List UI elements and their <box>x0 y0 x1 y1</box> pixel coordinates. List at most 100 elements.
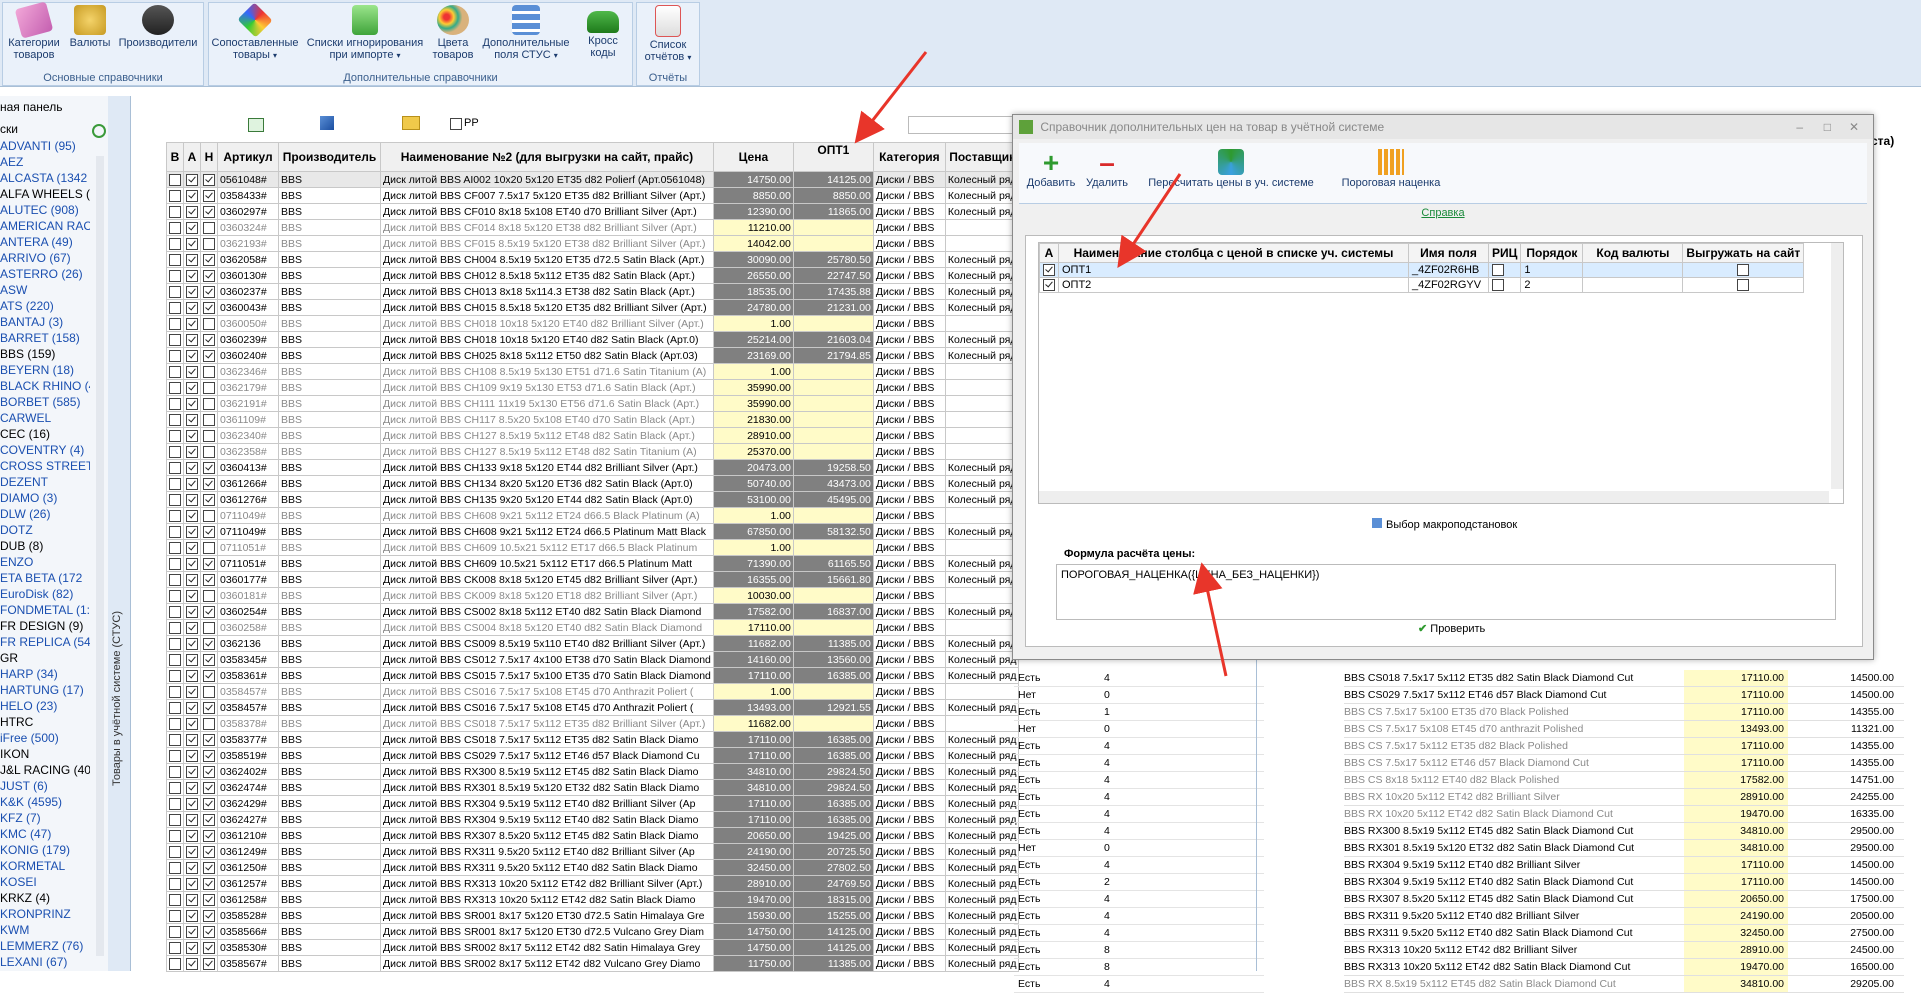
cell-maker[interactable]: BBS <box>278 315 381 332</box>
cell-article[interactable]: 0360240# <box>217 347 279 364</box>
a-checkbox[interactable] <box>186 573 198 586</box>
b-checkbox[interactable] <box>169 653 181 666</box>
cell-name[interactable]: Диск литой BBS CF010 8x18 5x108 ET40 d70… <box>380 203 714 220</box>
cell-article[interactable]: 0361249# <box>217 843 279 860</box>
a-checkbox[interactable] <box>186 189 198 202</box>
table-row[interactable]: 0360130# BBS Диск литой BBS CH012 8.5x18 5… <box>166 267 1020 284</box>
cell-name[interactable]: Диск литой BBS CH013 8x18 5x114.3 ET38 d… <box>380 283 714 300</box>
table-row[interactable]: 0358378# BBS Диск литой BBS CS018 7.5x17 5… <box>166 715 1020 732</box>
supplier-row[interactable]: BBS RX307 8.5x20 5x112 ET45 d82 Satin Bl… <box>1344 891 1904 908</box>
a-checkbox[interactable] <box>186 589 198 602</box>
cell-supplier[interactable]: Колесный ряд <box>944 731 1020 748</box>
col-header-article[interactable]: Артикул <box>217 142 279 172</box>
cell-price[interactable]: 12390.00 <box>712 203 794 220</box>
cell-n[interactable] <box>200 379 218 396</box>
cell-a[interactable] <box>183 779 201 796</box>
cell-name[interactable]: Диск литой BBS RX300 8.5x19 5x112 ET45 d… <box>380 763 714 780</box>
matched-products-button[interactable]: Сопоставленные товары ▾ <box>211 2 299 62</box>
cell-n[interactable] <box>200 587 218 604</box>
cell-supplier[interactable]: Колесный ряд <box>944 571 1020 588</box>
b-checkbox[interactable] <box>169 589 181 602</box>
cell-supplier[interactable] <box>944 427 1020 444</box>
cell-a[interactable] <box>183 539 201 556</box>
cell-category[interactable]: Диски / BBS <box>872 795 946 812</box>
a-checkbox[interactable] <box>186 669 198 682</box>
cell-n[interactable] <box>200 315 218 332</box>
cell-n[interactable] <box>200 891 218 908</box>
ric-checkbox[interactable] <box>1492 279 1504 292</box>
b-checkbox[interactable] <box>169 221 181 234</box>
brand-item[interactable]: AEZ <box>0 154 90 170</box>
ric-checkbox[interactable] <box>1492 264 1504 277</box>
b-checkbox[interactable] <box>169 333 181 346</box>
cell-maker[interactable]: BBS <box>278 283 381 300</box>
macro-link[interactable]: Выбор макроподстановок <box>1372 518 1517 531</box>
cell-n[interactable] <box>200 507 218 524</box>
table-row[interactable]: 0360181# BBS Диск литой BBS CK009 8x18 5x1… <box>166 587 1020 604</box>
cell-name[interactable]: Диск литой BBS CH111 11x19 5x130 ET56 d7… <box>380 395 714 412</box>
cell-b[interactable] <box>166 251 184 268</box>
stock-row[interactable]: Есть 4 <box>1014 908 1264 925</box>
row-export-checkbox[interactable] <box>1682 277 1805 293</box>
cell-article[interactable]: 0362474# <box>217 779 279 796</box>
cross-codes-button[interactable]: Кросс коды <box>577 5 629 59</box>
cell-maker[interactable]: BBS <box>278 219 381 236</box>
cell-category[interactable]: Диски / BBS <box>872 363 946 380</box>
supplier-row[interactable]: BBS RX 10x20 5x112 ET42 d82 Brilliant Si… <box>1344 789 1904 806</box>
cell-price[interactable]: 14160.00 <box>712 651 794 668</box>
cell-maker[interactable]: BBS <box>278 331 381 348</box>
brand-item[interactable]: KFZ (7) <box>0 810 90 826</box>
cell-name[interactable]: Диск литой BBS CS012 7.5x17 4x100 ET38 d… <box>380 651 714 668</box>
cell-a[interactable] <box>183 491 201 508</box>
cell-article[interactable]: 0362191# <box>217 395 279 412</box>
table-row[interactable]: 0361109# BBS Диск литой BBS CH117 8.5x20 5… <box>166 411 1020 428</box>
b-checkbox[interactable] <box>169 189 181 202</box>
cell-name[interactable]: Диск литой BBS AI002 10x20 5x120 ET35 d8… <box>380 171 714 188</box>
table-row[interactable]: 0361258# BBS Диск литой BBS RX313 10x20 5x… <box>166 891 1020 908</box>
n-checkbox[interactable] <box>203 957 215 970</box>
cell-opt1[interactable] <box>792 587 874 604</box>
cell-name[interactable]: Диск литой BBS CH004 8.5x19 5x120 ET35 d… <box>380 251 714 268</box>
cell-supplier[interactable] <box>944 715 1020 732</box>
cell-a[interactable] <box>183 411 201 428</box>
cell-maker[interactable]: BBS <box>278 875 381 892</box>
cell-category[interactable]: Диски / BBS <box>872 379 946 396</box>
a-checkbox[interactable] <box>186 765 198 778</box>
table-row[interactable]: 0362191# BBS Диск литой BBS CH111 11x19 5x… <box>166 395 1020 412</box>
price-column-currency[interactable] <box>1582 277 1684 293</box>
cell-maker[interactable]: BBS <box>278 747 381 764</box>
cell-category[interactable]: Диски / BBS <box>872 779 946 796</box>
table-row[interactable]: 0362136 BBS Диск литой BBS CS009 8.5x19 5x… <box>166 635 1020 652</box>
cell-a[interactable] <box>183 267 201 284</box>
cell-supplier[interactable]: Колесный ряд <box>944 843 1020 860</box>
b-checkbox[interactable] <box>169 605 181 618</box>
n-checkbox[interactable] <box>203 269 215 282</box>
cell-name[interactable]: Диск литой BBS CH025 8x18 5x112 ET50 d82… <box>380 347 714 364</box>
cell-article[interactable]: 0361266# <box>217 475 279 492</box>
cell-article[interactable]: 0361276# <box>217 491 279 508</box>
cell-a[interactable] <box>183 891 201 908</box>
row-export-checkbox[interactable] <box>1682 262 1805 278</box>
cell-opt1[interactable] <box>792 443 874 460</box>
a-checkbox[interactable] <box>186 797 198 810</box>
cell-b[interactable] <box>166 667 184 684</box>
b-checkbox[interactable] <box>169 669 181 682</box>
cell-a[interactable] <box>183 187 201 204</box>
a-checkbox[interactable] <box>186 509 198 522</box>
brand-item[interactable]: KORMETAL <box>0 858 90 874</box>
cell-category[interactable]: Диски / BBS <box>872 603 946 620</box>
a-checkbox[interactable] <box>186 269 198 282</box>
help-link[interactable]: Справка <box>1013 207 1873 219</box>
brand-item[interactable]: LEXANI (67) <box>0 954 90 970</box>
cell-price[interactable]: 35990.00 <box>712 395 794 412</box>
cell-opt1[interactable]: 11385.00 <box>792 955 874 972</box>
n-checkbox[interactable] <box>203 621 215 634</box>
brand-item[interactable]: AMERICAN RACI <box>0 218 90 234</box>
cell-n[interactable] <box>200 811 218 828</box>
supplier-row[interactable]: BBS RX301 8.5x19 5x120 ET32 d82 Satin Bl… <box>1344 840 1904 857</box>
table-row[interactable]: 0360258# BBS Диск литой BBS CS004 8x18 5x1… <box>166 619 1020 636</box>
cell-maker[interactable]: BBS <box>278 251 381 268</box>
cell-article[interactable]: 0360239# <box>217 331 279 348</box>
cell-supplier[interactable]: Колесный ряд <box>944 203 1020 220</box>
b-checkbox[interactable] <box>169 397 181 410</box>
